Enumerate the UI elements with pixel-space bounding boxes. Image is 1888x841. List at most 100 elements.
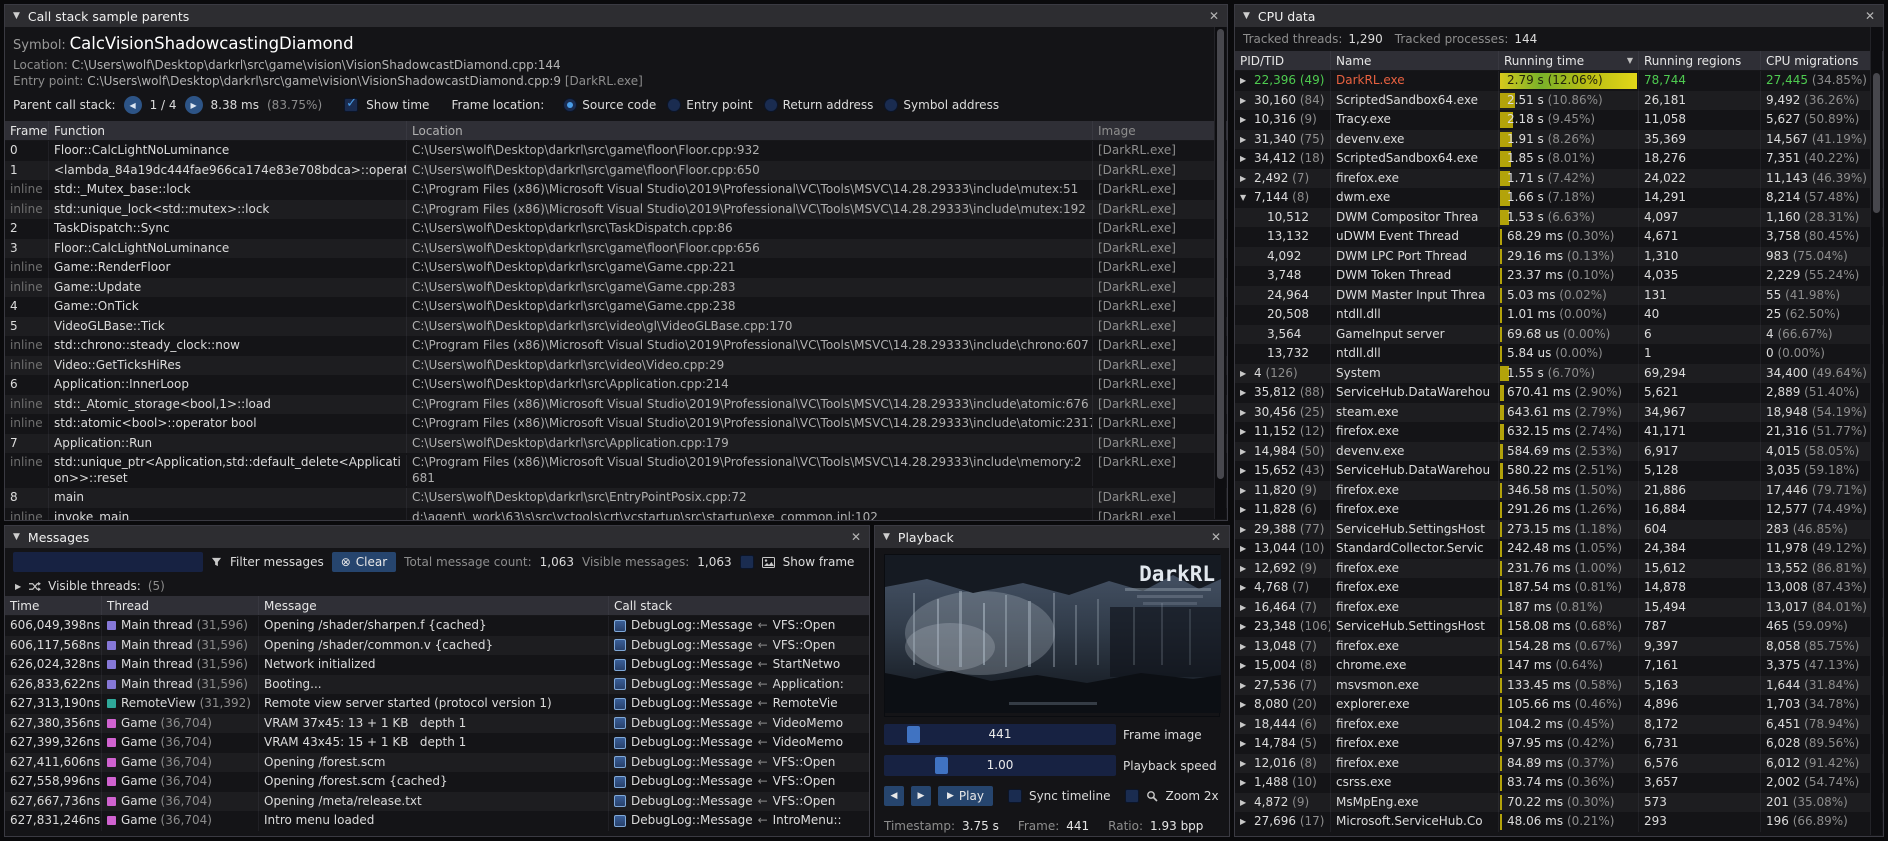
- cpu-row[interactable]: ▶35,812 (88)ServiceHub.DataWarehou670.41…: [1235, 383, 1883, 403]
- callstack-row[interactable]: 4Game::OnTickC:\Users\wolf\Desktop\darkr…: [5, 297, 1227, 317]
- cpu-row[interactable]: ▶11,828 (6)firefox.exe291.26 ms (1.26%)1…: [1235, 500, 1883, 520]
- frame-location-radio[interactable]: Entry point: [667, 98, 752, 112]
- expand-icon[interactable]: ▶: [1240, 461, 1249, 481]
- expand-icon[interactable]: ▶: [1240, 598, 1249, 618]
- cpu-row[interactable]: ▶16,464 (7)firefox.exe187 ms (0.81%)15,4…: [1235, 598, 1883, 618]
- expand-icon[interactable]: ▶: [1240, 91, 1249, 111]
- callstack-row[interactable]: 3Floor::CalcLightNoLuminanceC:\Users\wol…: [5, 239, 1227, 259]
- cpu-row[interactable]: ▶4 (126)System1.55 s (6.70%)69,29434,400…: [1235, 364, 1883, 384]
- cpu-titlebar[interactable]: ▼ CPU data ✕: [1235, 5, 1883, 27]
- clear-button[interactable]: ⊗ Clear: [332, 552, 396, 572]
- cpu-row[interactable]: 4,092DWM LPC Port Thread29.16 ms (0.13%)…: [1235, 247, 1883, 267]
- cpu-row[interactable]: ▶13,044 (10)StandardCollector.Servic242.…: [1235, 539, 1883, 559]
- callstack-row[interactable]: 8mainC:\Users\wolf\Desktop\darkrl\src\En…: [5, 488, 1227, 508]
- expand-icon[interactable]: ▶: [1240, 500, 1249, 520]
- callstack-row[interactable]: inlinestd::atomic<bool>::operator boolC:…: [5, 414, 1227, 434]
- callstack-row[interactable]: inlinestd::_Atomic_storage<bool,1>::load…: [5, 395, 1227, 415]
- callstack-row[interactable]: 0Floor::CalcLightNoLuminanceC:\Users\wol…: [5, 141, 1227, 161]
- cpu-row[interactable]: ▶27,536 (7)msvsmon.exe133.45 ms (0.58%)5…: [1235, 676, 1883, 696]
- message-row[interactable]: 626,833,622nsMain thread (31,596)Booting…: [5, 675, 869, 695]
- callstack-row[interactable]: inlinestd::chrono::steady_clock::nowC:\P…: [5, 336, 1227, 356]
- callstack-row[interactable]: 5VideoGLBase::TickC:\Users\wolf\Desktop\…: [5, 317, 1227, 337]
- message-row[interactable]: 627,313,190nsRemoteView (31,392)Remote v…: [5, 694, 869, 714]
- shuffle-icon[interactable]: [28, 581, 41, 592]
- collapse-icon[interactable]: ▼: [1243, 11, 1250, 21]
- cpu-row[interactable]: ▶22,396 (49)DarkRL.exe2.79 s (12.06%)78,…: [1235, 71, 1883, 91]
- expand-icon[interactable]: ▶: [1240, 110, 1249, 130]
- col-running-regions[interactable]: Running regions: [1639, 51, 1761, 70]
- cpu-row[interactable]: ▶29,388 (77)ServiceHub.SettingsHost273.1…: [1235, 520, 1883, 540]
- expand-icon[interactable]: ▶: [1240, 578, 1249, 598]
- callstack-row[interactable]: 1<lambda_84a19dc444fae966ca174e83e708bdc…: [5, 161, 1227, 181]
- cpu-row[interactable]: ▶34,412 (18)ScriptedSandbox64.exe1.85 s …: [1235, 149, 1883, 169]
- cpu-row[interactable]: ▶18,444 (6)firefox.exe104.2 ms (0.45%)8,…: [1235, 715, 1883, 735]
- cpu-row[interactable]: ▶15,652 (43)ServiceHub.DataWarehou580.22…: [1235, 461, 1883, 481]
- message-callstack[interactable]: DebugLog::Message←VideoMemo: [609, 733, 869, 753]
- expand-icon[interactable]: ▶: [1240, 695, 1249, 715]
- expand-icon[interactable]: ▶: [1240, 617, 1249, 637]
- expand-icon[interactable]: ▶: [1240, 422, 1249, 442]
- expand-icon[interactable]: ▶: [1240, 169, 1249, 189]
- expand-icon[interactable]: ▶: [1240, 539, 1249, 559]
- expand-icon[interactable]: ▶: [1240, 773, 1249, 793]
- cpu-row[interactable]: ▶11,152 (12)firefox.exe632.15 ms (2.74%)…: [1235, 422, 1883, 442]
- callstack-row[interactable]: inlineVideo::GetTicksHiResC:\Users\wolf\…: [5, 356, 1227, 376]
- cpu-row[interactable]: 10,512DWM Compositor Threa1.53 s (6.63%)…: [1235, 208, 1883, 228]
- frame-image-preview[interactable]: DarkRL: [884, 554, 1220, 717]
- cpu-row[interactable]: ▶12,016 (8)firefox.exe84.89 ms (0.37%)6,…: [1235, 754, 1883, 774]
- collapse-icon[interactable]: ▼: [13, 532, 20, 542]
- callstack-row[interactable]: inlinestd::unique_ptr<Application,std::d…: [5, 453, 1227, 488]
- frame-location-radio[interactable]: Return address: [764, 98, 874, 112]
- callstack-row[interactable]: 7Application::RunC:\Users\wolf\Desktop\d…: [5, 434, 1227, 454]
- cpu-row[interactable]: 3,748DWM Token Thread23.37 ms (0.10%)4,0…: [1235, 266, 1883, 286]
- message-callstack[interactable]: DebugLog::Message←VFS::Open: [609, 616, 869, 636]
- cpu-row[interactable]: ▶30,456 (25)steam.exe643.61 ms (2.79%)34…: [1235, 403, 1883, 423]
- next-parent-button[interactable]: ▶: [185, 96, 203, 114]
- sync-timeline-checkbox[interactable]: [1008, 789, 1022, 803]
- message-row[interactable]: 627,558,996nsGame (36,704)Opening /fores…: [5, 772, 869, 792]
- callstack-row[interactable]: inlineGame::RenderFloorC:\Users\wolf\Des…: [5, 258, 1227, 278]
- show-time-checkbox[interactable]: [344, 98, 358, 112]
- expand-icon[interactable]: ▶: [1240, 481, 1249, 501]
- cpu-row[interactable]: ▼7,144 (8)dwm.exe1.66 s (7.18%)14,2918,2…: [1235, 188, 1883, 208]
- message-row[interactable]: 627,380,356nsGame (36,704)VRAM 37x45: 13…: [5, 714, 869, 734]
- message-callstack[interactable]: DebugLog::Message←VFS::Open: [609, 636, 869, 656]
- expand-icon[interactable]: ▶: [1240, 734, 1249, 754]
- message-callstack[interactable]: DebugLog::Message←VideoMemo: [609, 714, 869, 734]
- close-icon[interactable]: ✕: [1211, 530, 1221, 544]
- collapse-icon[interactable]: ▼: [13, 11, 20, 21]
- expand-icon[interactable]: ▶: [1240, 715, 1249, 735]
- cpu-row[interactable]: ▶12,692 (9)firefox.exe231.76 ms (1.00%)1…: [1235, 559, 1883, 579]
- cpu-row[interactable]: ▶23,348 (106)ServiceHub.SettingsHost158.…: [1235, 617, 1883, 637]
- callstack-scrollbar[interactable]: [1214, 27, 1226, 519]
- message-row[interactable]: 606,049,398nsMain thread (31,596)Opening…: [5, 616, 869, 636]
- expand-icon[interactable]: ▶: [1240, 71, 1249, 91]
- message-callstack[interactable]: DebugLog::Message←VFS::Open: [609, 772, 869, 792]
- callstack-row[interactable]: inlineGame::UpdateC:\Users\wolf\Desktop\…: [5, 278, 1227, 298]
- message-callstack[interactable]: DebugLog::Message←VFS::Open: [609, 753, 869, 773]
- callstack-row[interactable]: 2TaskDispatch::SyncC:\Users\wolf\Desktop…: [5, 219, 1227, 239]
- callstack-row[interactable]: inlinestd::_Mutex_base::lockC:\Program F…: [5, 180, 1227, 200]
- cpu-row[interactable]: ▶31,340 (75)devenv.exe1.91 s (8.26%)35,3…: [1235, 130, 1883, 150]
- cpu-row[interactable]: 24,964DWM Master Input Threa5.03 ms (0.0…: [1235, 286, 1883, 306]
- prev-frame-button[interactable]: ◀: [884, 786, 904, 806]
- col-cpu-migrations[interactable]: CPU migrations: [1761, 51, 1883, 70]
- message-callstack[interactable]: DebugLog::Message←VFS::Open: [609, 792, 869, 812]
- cpu-row[interactable]: ▶8,080 (20)explorer.exe105.66 ms (0.46%)…: [1235, 695, 1883, 715]
- expand-icon[interactable]: ▶: [1240, 383, 1249, 403]
- expand-icon[interactable]: ▶: [1240, 403, 1249, 423]
- show-frame-checkbox[interactable]: [740, 555, 754, 569]
- message-callstack[interactable]: DebugLog::Message←RemoteVie: [609, 694, 869, 714]
- expand-icon[interactable]: ▶: [1240, 442, 1249, 462]
- message-row[interactable]: 626,024,328nsMain thread (31,596)Network…: [5, 655, 869, 675]
- expand-icon[interactable]: ▶: [1240, 559, 1249, 579]
- expand-icon[interactable]: ▶: [1240, 754, 1249, 774]
- expand-icon[interactable]: ▶: [1240, 793, 1249, 813]
- expand-icon[interactable]: ▶: [1240, 520, 1249, 540]
- playback-speed-slider[interactable]: 1.00: [884, 755, 1116, 776]
- cpu-row[interactable]: ▶14,984 (50)devenv.exe584.69 ms (2.53%)6…: [1235, 442, 1883, 462]
- cpu-row[interactable]: ▶15,004 (8)chrome.exe147 ms (0.64%)7,161…: [1235, 656, 1883, 676]
- expand-icon[interactable]: ▶: [1240, 676, 1249, 696]
- scrollbar-thumb[interactable]: [1873, 73, 1880, 213]
- expand-icon[interactable]: ▶: [1240, 130, 1249, 150]
